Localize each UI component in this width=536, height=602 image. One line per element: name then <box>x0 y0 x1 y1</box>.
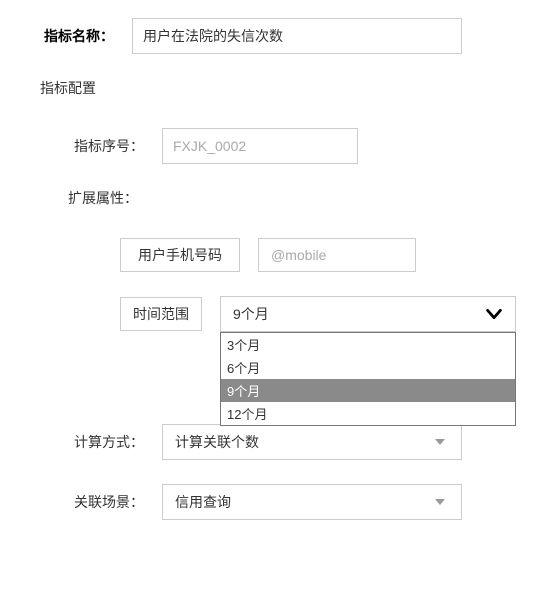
serial-number-label: 指标序号： <box>20 136 162 156</box>
time-range-option[interactable]: 9个月 <box>221 379 515 402</box>
time-range-option[interactable]: 3个月 <box>221 333 515 356</box>
config-section-title: 指标配置 <box>40 78 516 98</box>
scene-label: 关联场景： <box>20 492 162 512</box>
chevron-down-icon <box>435 499 445 505</box>
serial-number-input[interactable] <box>162 128 358 164</box>
phone-field-value[interactable]: @mobile <box>258 238 416 272</box>
time-range-label-box: 时间范围 <box>120 297 202 331</box>
extended-attributes-label: 扩展属性： <box>68 188 516 208</box>
time-range-dropdown[interactable]: 3个月6个月9个月12个月 <box>220 332 516 426</box>
time-range-select[interactable]: 9个月 <box>220 296 516 332</box>
time-range-option[interactable]: 12个月 <box>221 402 515 425</box>
time-range-label: 时间范围 <box>133 304 189 324</box>
chevron-down-icon <box>435 439 445 445</box>
calc-method-value: 计算关联个数 <box>175 432 259 452</box>
phone-field-label: 用户手机号码 <box>138 245 222 265</box>
calc-method-label: 计算方式： <box>20 432 162 452</box>
scene-select[interactable]: 信用查询 <box>162 484 462 520</box>
time-range-value: 9个月 <box>233 304 269 324</box>
scene-value: 信用查询 <box>175 492 231 512</box>
indicator-name-input[interactable] <box>132 18 462 54</box>
phone-field-label-box: 用户手机号码 <box>120 238 240 272</box>
indicator-name-label: 指标名称： <box>20 26 132 46</box>
chevron-down-icon <box>483 303 505 325</box>
time-range-option[interactable]: 6个月 <box>221 356 515 379</box>
calc-method-select[interactable]: 计算关联个数 <box>162 424 462 460</box>
